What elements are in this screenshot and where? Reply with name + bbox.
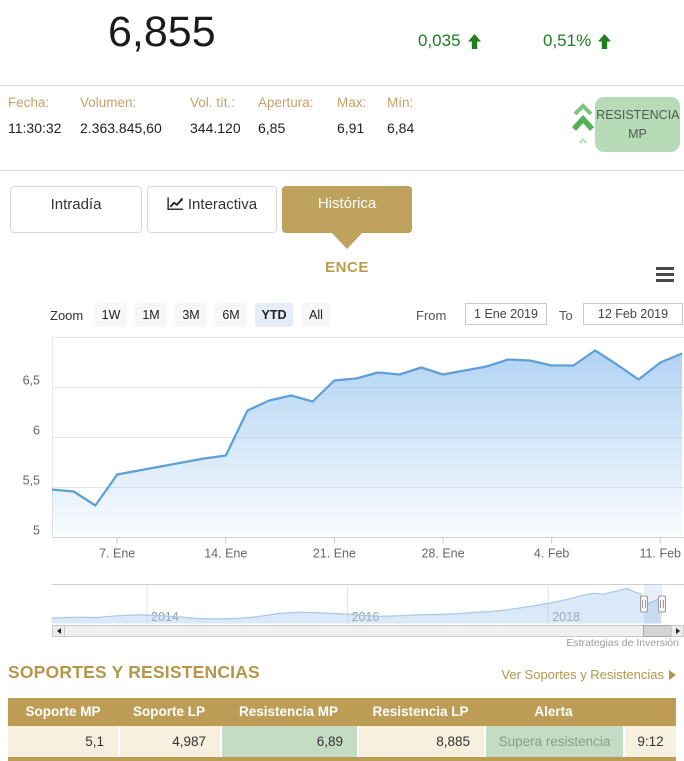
- zoom-button-ytd[interactable]: YTD: [255, 303, 293, 327]
- cell-soporte-lp: 4,987: [118, 726, 220, 757]
- svg-text:6: 6: [33, 424, 40, 438]
- info-vol-tit: Vol. tít.: 344.120: [190, 95, 241, 136]
- cell-alerta: Supera resistencia: [484, 726, 623, 757]
- table-footer-bar: [8, 757, 676, 761]
- arrow-up-icon: [467, 33, 481, 49]
- quote-widget: 6,855 0,035 0,51% Fecha: 11:30:32 Volume…: [0, 0, 684, 761]
- price-change-percent-value: 0,51%: [543, 31, 592, 50]
- header-alerta: Alerta: [534, 704, 573, 719]
- divider: [0, 85, 684, 86]
- from-label: From: [416, 308, 447, 323]
- arrow-up-icon: [598, 33, 612, 49]
- table-row: 5,1 4,987 6,89 8,885 Supera resistencia …: [8, 726, 676, 757]
- chart-credit: Estrategias de Inversión: [566, 637, 679, 649]
- last-price: 6,855: [108, 8, 216, 56]
- ticker-symbol: ENCE: [325, 259, 369, 276]
- chart-menu-icon[interactable]: [656, 267, 674, 285]
- zoom-button-3m[interactable]: 3M: [175, 303, 207, 327]
- navigator-scrollbar-thumb[interactable]: [643, 625, 672, 637]
- header-soporte-lp: Soporte LP: [132, 704, 205, 719]
- from-date-input[interactable]: [465, 303, 547, 325]
- svg-text:5: 5: [33, 524, 40, 538]
- zoom-label: Zoom: [50, 308, 84, 323]
- svg-text:4. Feb: 4. Feb: [534, 547, 569, 561]
- navigator-scrollbar-track[interactable]: [52, 625, 684, 637]
- tab-interactiva[interactable]: Interactiva: [147, 186, 277, 233]
- header-resistencia-lp: Resistencia LP: [372, 704, 469, 719]
- zoom-button-1m[interactable]: 1M: [135, 303, 167, 327]
- info-min: Mín: 6,84: [387, 95, 415, 136]
- section-title: SOPORTES Y RESISTENCIAS: [8, 662, 260, 682]
- cell-resistencia-mp: 6,89: [220, 726, 357, 757]
- svg-text:11. Feb: 11. Feb: [640, 547, 682, 561]
- price-change-value: 0,035: [418, 31, 461, 50]
- info-fecha: Fecha: 11:30:32: [8, 95, 62, 136]
- header-spacer: [623, 698, 676, 726]
- header-resistencia-mp: Resistencia MP: [238, 704, 339, 719]
- info-apertura: Apertura: 6,85: [258, 95, 314, 136]
- svg-text:5,5: 5,5: [23, 474, 40, 488]
- price-area-chart[interactable]: 5 5,5 6 6,5 7. Ene 14. Ene 21. Ene 28. Ene 4. Fe…: [0, 330, 684, 562]
- scrollbar-right-arrow[interactable]: [671, 625, 684, 637]
- svg-text:21. Ene: 21. Ene: [313, 547, 356, 561]
- info-volumen: Volumen: 2.363.845,60: [80, 95, 162, 136]
- tab-historica[interactable]: Histórica: [282, 186, 412, 233]
- trend-chevrons-up-icon: [571, 101, 595, 152]
- active-tab-pointer: [330, 231, 364, 249]
- table-header-row: Soporte MP Soporte LP Resistencia MP Res…: [8, 698, 676, 726]
- svg-text:14. Ene: 14. Ene: [204, 547, 247, 561]
- info-max: Max: 6,91: [337, 95, 367, 136]
- cell-resistencia-lp: 8,885: [357, 726, 484, 757]
- to-label: To: [559, 308, 573, 323]
- svg-text:7. Ene: 7. Ene: [99, 547, 135, 561]
- svg-text:28. Ene: 28. Ene: [421, 547, 464, 561]
- line-chart-icon: [167, 197, 183, 211]
- tab-intradia[interactable]: Intradía: [10, 186, 142, 233]
- see-supports-link[interactable]: Ver Soportes y Resistencias: [501, 667, 676, 682]
- resistencia-mp-button[interactable]: RESISTENCIA MP: [595, 97, 680, 152]
- svg-text:6,5: 6,5: [23, 374, 40, 388]
- supports-resistances-table: Soporte MP Soporte LP Resistencia MP Res…: [8, 698, 676, 757]
- price-change: 0,035: [418, 31, 481, 51]
- chart-navigator[interactable]: 201420162018: [0, 580, 684, 626]
- divider: [0, 170, 684, 171]
- arrow-right-icon: [669, 669, 676, 680]
- to-date-input[interactable]: [583, 303, 683, 325]
- zoom-button-1w[interactable]: 1W: [95, 303, 127, 327]
- cell-hora: 9:12: [623, 726, 676, 757]
- cell-soporte-mp: 5,1: [8, 726, 118, 757]
- zoom-button-all[interactable]: All: [301, 303, 331, 327]
- zoom-button-6m[interactable]: 6M: [215, 303, 247, 327]
- scrollbar-left-arrow[interactable]: [52, 625, 65, 637]
- price-change-percent: 0,51%: [543, 31, 612, 51]
- header-soporte-mp: Soporte MP: [25, 704, 101, 719]
